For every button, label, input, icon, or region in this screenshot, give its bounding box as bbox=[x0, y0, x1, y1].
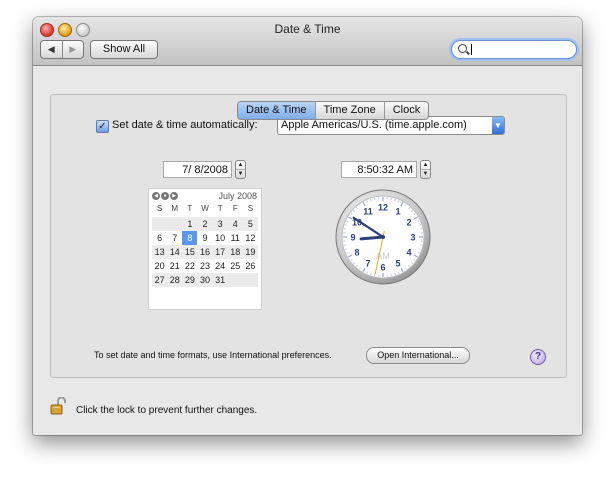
help-button[interactable]: ? bbox=[530, 349, 546, 365]
analog-clock: 12 1234567891011 AM bbox=[335, 189, 431, 285]
date-time-panel bbox=[50, 94, 567, 378]
calendar-day[interactable]: 26 bbox=[243, 259, 258, 273]
search-input[interactable] bbox=[451, 40, 577, 59]
calendar-day[interactable]: 1 bbox=[182, 217, 198, 231]
weekday-label: S bbox=[156, 204, 163, 213]
clock-number: 12 bbox=[378, 203, 388, 213]
calendar-day[interactable]: 14 bbox=[167, 245, 183, 259]
time-server-value: Apple Americas/U.S. (time.apple.com) bbox=[281, 119, 467, 131]
forward-button[interactable]: ▶ bbox=[61, 41, 84, 58]
back-forward-buttons: ◀ ▶ bbox=[40, 40, 84, 59]
calendar-day[interactable]: 9 bbox=[197, 231, 212, 245]
calendar-day[interactable]: 31 bbox=[212, 273, 228, 287]
calendar-grid: 1 2 3 4 5 6 7 8 9 10 11 12 13 14 15 16 17 18 19 20 21 22 23 24 2… bbox=[152, 217, 258, 287]
calendar-day[interactable]: 17 bbox=[212, 245, 228, 259]
lock-icon[interactable] bbox=[50, 397, 66, 415]
international-hint: To set date and time formats, use Intern… bbox=[94, 350, 332, 360]
clock-number: 11 bbox=[363, 207, 373, 217]
calendar-day[interactable]: 19 bbox=[242, 245, 258, 259]
next-month-icon[interactable]: ▶ bbox=[170, 192, 178, 200]
clock-number: 7 bbox=[365, 258, 370, 268]
today-icon[interactable]: ● bbox=[161, 192, 169, 200]
time-field[interactable]: 8:50:32 AM bbox=[341, 161, 417, 178]
calendar-month: July 2008 bbox=[218, 191, 257, 201]
clock-number: 9 bbox=[350, 233, 355, 243]
stepper-down-icon[interactable]: ▼ bbox=[421, 169, 430, 178]
calendar-day[interactable] bbox=[242, 273, 258, 287]
show-all-button[interactable]: Show All bbox=[90, 40, 158, 59]
calendar-day[interactable]: 30 bbox=[197, 273, 213, 287]
calendar-day[interactable]: 22 bbox=[182, 259, 197, 273]
calendar-day[interactable]: 23 bbox=[197, 259, 212, 273]
chevron-down-icon: ▼ bbox=[492, 117, 504, 134]
hour-hand bbox=[359, 235, 385, 241]
calendar-day[interactable]: 10 bbox=[213, 231, 228, 245]
clock-hub bbox=[381, 235, 385, 239]
calendar-nav: ◀ ● ▶ bbox=[152, 192, 178, 200]
calendar-day[interactable]: 13 bbox=[152, 245, 168, 259]
calendar-day[interactable] bbox=[227, 273, 243, 287]
clock-number: 5 bbox=[395, 258, 400, 268]
tab-bar: Date & Time Time Zone Clock bbox=[237, 101, 430, 120]
clock-number: 1 bbox=[395, 207, 400, 217]
calendar-day[interactable]: 16 bbox=[197, 245, 213, 259]
search-icon bbox=[458, 44, 467, 53]
clock-number: 3 bbox=[410, 233, 415, 243]
weekday-label: M bbox=[171, 204, 179, 213]
date-stepper[interactable]: ▲ ▼ bbox=[235, 160, 246, 179]
calendar-day[interactable]: 18 bbox=[227, 245, 243, 259]
tab-date-time[interactable]: Date & Time bbox=[238, 102, 315, 119]
open-international-button[interactable]: Open International... bbox=[366, 347, 470, 364]
calendar-day[interactable]: 15 bbox=[182, 245, 198, 259]
auto-time-label: Set date & time automatically: bbox=[112, 119, 258, 131]
calendar-day[interactable]: 5 bbox=[242, 217, 258, 231]
weekday-label: W bbox=[201, 204, 209, 213]
stepper-up-icon[interactable]: ▲ bbox=[236, 161, 245, 169]
prev-month-icon[interactable]: ◀ bbox=[152, 192, 160, 200]
tab-clock[interactable]: Clock bbox=[383, 102, 429, 119]
calendar-day[interactable]: 27 bbox=[152, 273, 168, 287]
clock-number: 4 bbox=[406, 248, 411, 258]
calendar-day[interactable] bbox=[167, 217, 183, 231]
calendar-day[interactable]: 20 bbox=[152, 259, 167, 273]
calendar-day[interactable]: 25 bbox=[228, 259, 243, 273]
weekday-label: F bbox=[232, 204, 238, 213]
auto-time-checkbox[interactable]: ✓ bbox=[96, 120, 109, 133]
calendar-day[interactable]: 4 bbox=[227, 217, 243, 231]
tab-time-zone[interactable]: Time Zone bbox=[314, 102, 384, 119]
lock-message: Click the lock to prevent further change… bbox=[76, 405, 258, 416]
calendar-day[interactable]: 8 bbox=[182, 231, 198, 245]
back-button[interactable]: ◀ bbox=[41, 41, 62, 58]
weekday-label: T bbox=[187, 204, 193, 213]
calendar-day[interactable]: 3 bbox=[212, 217, 228, 231]
calendar-weekdays: S M T W T F S bbox=[152, 204, 258, 213]
stepper-down-icon[interactable]: ▼ bbox=[236, 169, 245, 178]
weekday-label: S bbox=[247, 204, 254, 213]
time-stepper[interactable]: ▲ ▼ bbox=[420, 160, 431, 179]
weekday-label: T bbox=[217, 204, 223, 213]
calendar-day[interactable]: 28 bbox=[167, 273, 183, 287]
calendar-day[interactable] bbox=[152, 217, 168, 231]
clock-number: 6 bbox=[380, 263, 385, 273]
calendar-day[interactable]: 11 bbox=[228, 231, 243, 245]
calendar-day[interactable]: 7 bbox=[167, 231, 182, 245]
text-caret bbox=[471, 44, 472, 55]
clock-number: 2 bbox=[406, 218, 411, 228]
calendar-day[interactable]: 12 bbox=[243, 231, 258, 245]
calendar: ◀ ● ▶ July 2008 S M T W T F S 1234567891… bbox=[148, 188, 262, 310]
clock-number: 8 bbox=[355, 248, 360, 258]
calendar-day[interactable]: 2 bbox=[197, 217, 213, 231]
preferences-window: Date & Time ◀ ▶ Show All Date & Time Tim… bbox=[33, 17, 582, 435]
calendar-day[interactable]: 29 bbox=[182, 273, 198, 287]
date-field[interactable]: 7/ 8/2008 bbox=[163, 161, 232, 178]
calendar-day[interactable]: 21 bbox=[167, 259, 182, 273]
stepper-up-icon[interactable]: ▲ bbox=[421, 161, 430, 169]
title-bar: Date & Time ◀ ▶ Show All bbox=[33, 17, 582, 66]
calendar-day[interactable]: 24 bbox=[213, 259, 228, 273]
calendar-day[interactable]: 6 bbox=[152, 231, 167, 245]
window-title: Date & Time bbox=[274, 22, 341, 36]
